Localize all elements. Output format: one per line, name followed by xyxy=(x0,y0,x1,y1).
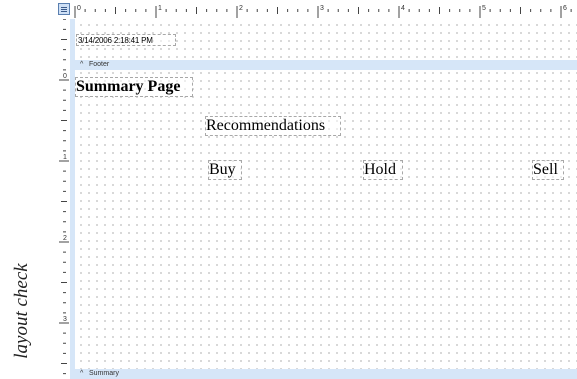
ruler-number: 0 xyxy=(63,73,67,80)
ruler-number: 0 xyxy=(77,5,81,12)
horizontal-ruler: 0 1 2 3 4 5 6 xyxy=(71,0,577,20)
date-field[interactable]: 3/14/2006 2:18:41 PM xyxy=(76,34,176,46)
buy-column-field[interactable]: Buy xyxy=(208,160,242,180)
recommendations-field[interactable]: Recommendations xyxy=(205,116,341,136)
sell-column-field[interactable]: Sell xyxy=(532,160,564,180)
horizontal-ruler-ticks: 0 1 2 3 4 5 6 xyxy=(74,5,572,18)
summary-band[interactable]: ^ Summary xyxy=(75,369,577,379)
footer-band-label: Footer xyxy=(89,61,110,68)
side-caption: layout check xyxy=(7,248,37,373)
ruler-number: 5 xyxy=(482,5,486,12)
ruler-number: 2 xyxy=(63,235,67,242)
ruler-number: 1 xyxy=(158,5,162,12)
design-canvas[interactable]: 3/14/2006 2:18:41 PM ^ Footer Summary Pa… xyxy=(75,19,577,379)
vertical-ruler: 0 1 2 3 xyxy=(58,19,70,379)
ruler-number: 2 xyxy=(239,5,243,12)
footer-band[interactable]: ^ Footer xyxy=(75,60,577,70)
side-caption-text: layout check xyxy=(11,262,32,359)
caret-up-icon[interactable]: ^ xyxy=(80,369,83,379)
hold-column-field[interactable]: Hold xyxy=(363,160,403,180)
caret-up-icon[interactable]: ^ xyxy=(80,60,83,70)
report-layout-icon[interactable] xyxy=(58,3,70,15)
ruler-number: 4 xyxy=(401,5,405,12)
vertical-ruler-ticks: 0 1 2 3 xyxy=(59,19,69,375)
ruler-number: 3 xyxy=(63,316,67,323)
ruler-number: 6 xyxy=(563,5,567,12)
summary-title-field[interactable]: Summary Page xyxy=(75,77,193,97)
ruler-number: 3 xyxy=(320,5,324,12)
ruler-number: 1 xyxy=(63,154,67,161)
summary-band-label: Summary xyxy=(89,370,119,377)
